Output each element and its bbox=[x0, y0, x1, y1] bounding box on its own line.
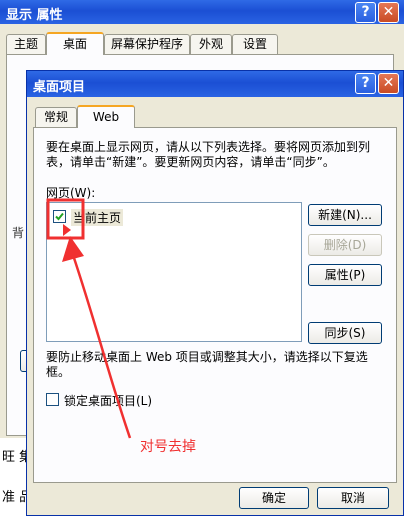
webpage-list-label: 网页(W): bbox=[46, 186, 96, 200]
lock-items-row[interactable]: 锁定桌面项目(L) bbox=[46, 392, 246, 408]
back-close-button[interactable]: ✕ bbox=[378, 2, 399, 23]
dialog-help-button[interactable]: ? bbox=[355, 73, 376, 94]
tab-settings[interactable]: 设置 bbox=[232, 34, 278, 54]
lock-description: 要防止移动桌面上 Web 项目或调整其大小，请选择以下复选框。 bbox=[46, 350, 368, 379]
tab-desktop[interactable]: 桌面 bbox=[46, 32, 104, 55]
tab-appearance[interactable]: 外观 bbox=[190, 34, 232, 54]
back-edge-char-1: 背 bbox=[12, 226, 25, 240]
ok-button[interactable]: 确定 bbox=[239, 487, 309, 509]
current-homepage-checkbox[interactable] bbox=[53, 210, 66, 223]
desktop-items-body: 常规 Web 要在桌面上显示网页，请从以下列表选择。要将网页添加到列表，请单击“… bbox=[27, 97, 403, 515]
new-button[interactable]: 新建(N)... bbox=[308, 204, 382, 226]
delete-button[interactable]: 删除(D) bbox=[308, 234, 382, 256]
current-homepage-label: 当前主页 bbox=[71, 209, 124, 226]
tab-screensaver[interactable]: 屏幕保护程序 bbox=[104, 34, 190, 54]
webpage-list[interactable]: 当前主页 bbox=[46, 202, 302, 342]
annotation-text: 对号去掉 bbox=[140, 439, 196, 455]
cancel-button[interactable]: 取消 bbox=[317, 487, 389, 509]
web-tab-panel: 要在桌面上显示网页，请从以下列表选择。要将网页添加到列表，请单击“新建”。要更新… bbox=[33, 127, 397, 483]
display-properties-titlebar: 显示 属性 ? ✕ bbox=[0, 0, 404, 24]
list-item[interactable]: 当前主页 bbox=[53, 209, 153, 226]
tab-general[interactable]: 常规 bbox=[35, 107, 77, 127]
web-description: 要在桌面上显示网页，请从以下列表选择。要将网页添加到列表，请单击“新建”。要更新… bbox=[46, 140, 371, 169]
lock-items-checkbox[interactable] bbox=[46, 393, 59, 406]
desktop-items-titlebar: 桌面项目 ? ✕ bbox=[27, 71, 403, 97]
sync-button[interactable]: 同步(S) bbox=[308, 322, 382, 344]
desktop-items-title: 桌面项目 bbox=[33, 80, 86, 95]
properties-button[interactable]: 属性(P) bbox=[308, 264, 382, 286]
desktop-items-dialog: 桌面项目 ? ✕ 常规 Web 要在桌面上显示网页，请从以下列表选择。要将网页添… bbox=[26, 70, 404, 516]
lock-items-label: 锁定桌面项目(L) bbox=[64, 394, 153, 408]
tab-theme[interactable]: 主题 bbox=[6, 34, 46, 54]
dialog-close-button[interactable]: ✕ bbox=[378, 73, 399, 94]
back-help-button[interactable]: ? bbox=[355, 2, 376, 23]
display-properties-title: 显示 属性 bbox=[6, 8, 63, 23]
checkmark-icon bbox=[55, 212, 64, 221]
tab-web[interactable]: Web bbox=[77, 105, 135, 128]
